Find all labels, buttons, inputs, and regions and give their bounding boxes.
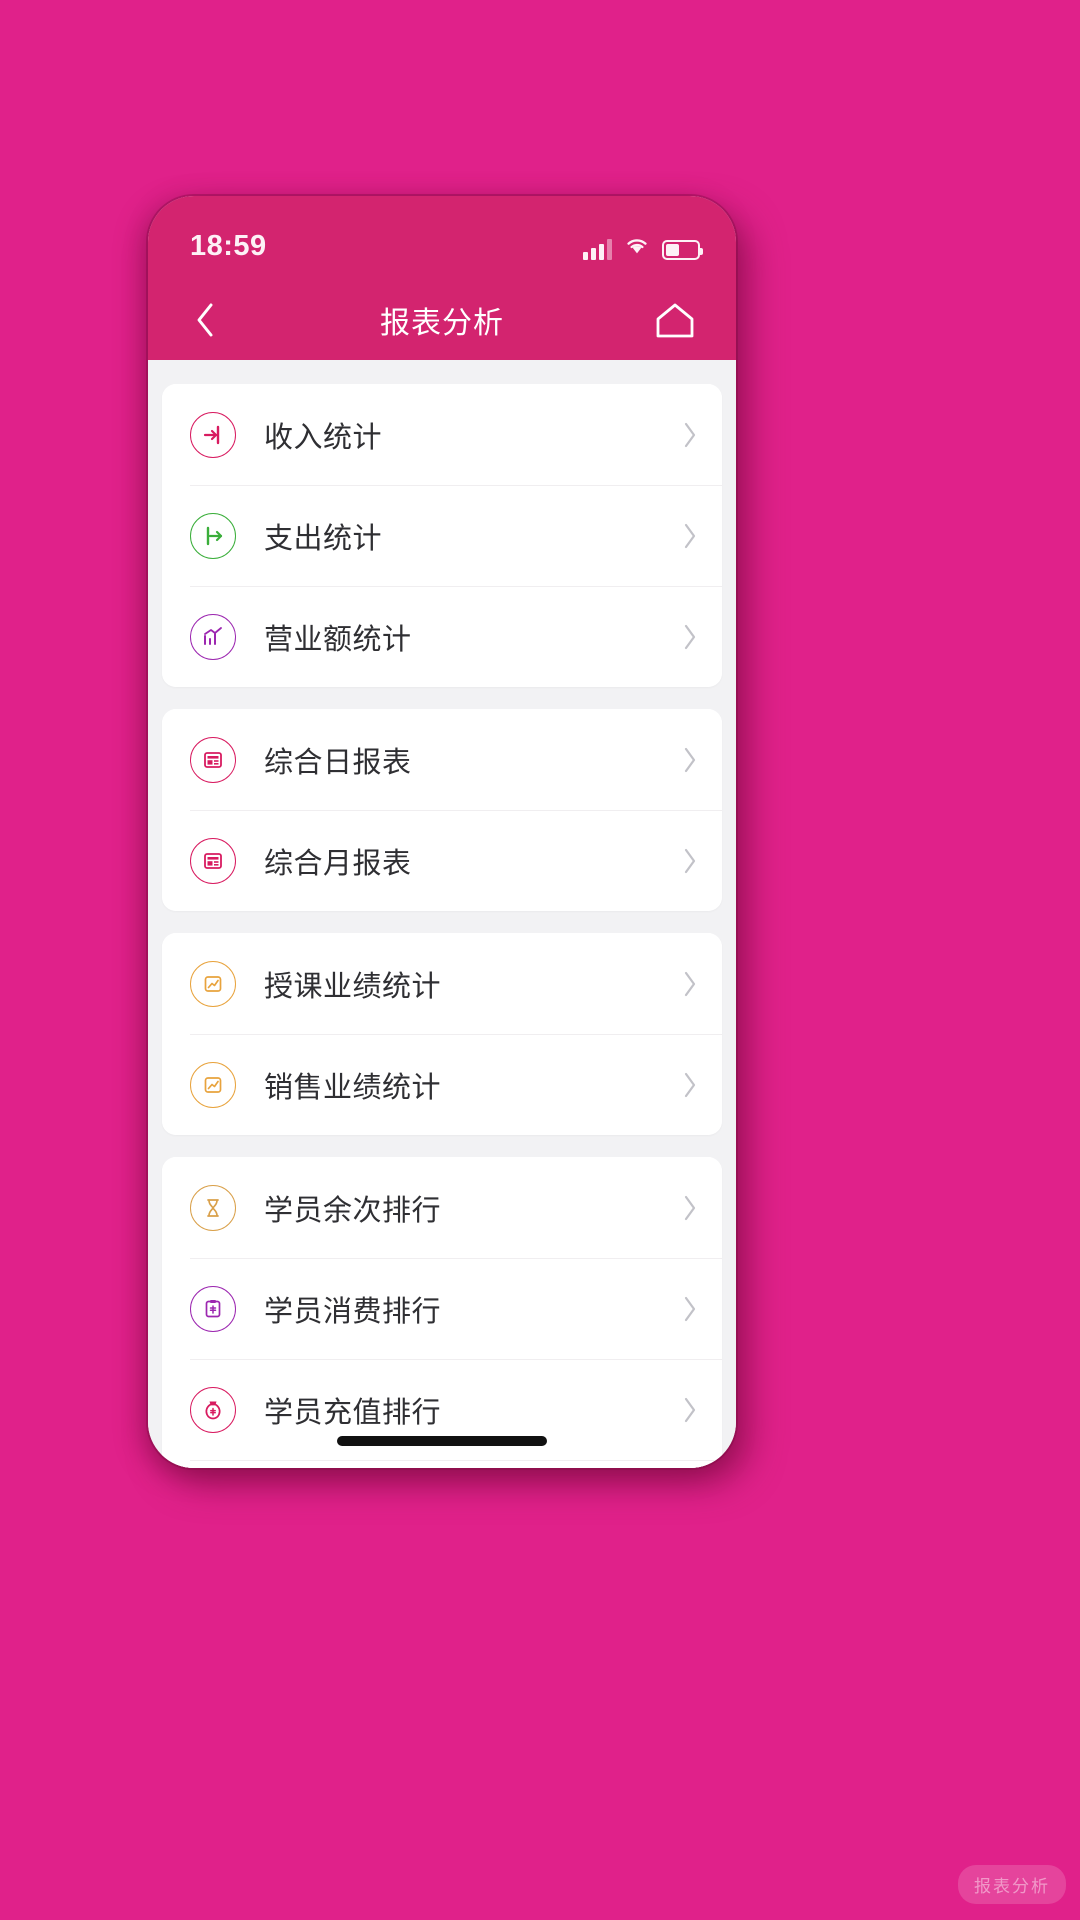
status-bar-icons: [583, 235, 703, 260]
status-bar: 18:59: [148, 196, 736, 280]
signal-bars-icon: [583, 238, 612, 260]
back-button[interactable]: [178, 293, 232, 347]
sales-performance-icon: [190, 1061, 236, 1108]
list-item-label: 综合月报表: [264, 847, 412, 880]
report-group-reports: 综合日报表 综合月报表: [162, 709, 722, 911]
list-item-label: 综合日报表: [264, 746, 412, 779]
battery-icon: [662, 239, 703, 260]
report-list-scroll[interactable]: 收入统计 支出统计 营业额统计 综合日报表 综合月报表 授课业绩统计 销售业绩统…: [148, 360, 736, 1468]
hourglass-icon: [190, 1184, 236, 1231]
chevron-right-icon: [682, 1194, 698, 1222]
watermark: 报表分析: [958, 1865, 1066, 1904]
list-item-teaching-performance[interactable]: 授课业绩统计: [162, 933, 722, 1034]
teaching-performance-icon: [190, 960, 236, 1007]
home-indicator[interactable]: [337, 1436, 547, 1446]
list-item-income-statistics[interactable]: 收入统计: [162, 384, 722, 485]
report-group-student-rankings: 学员余次排行 学员消费排行 学员充值排行: [162, 1157, 722, 1468]
list-item-student-remaining-sessions[interactable]: 学员余次排行: [162, 1157, 722, 1258]
chevron-right-icon: [682, 421, 698, 449]
list-item-label: 学员消费排行: [264, 1295, 442, 1328]
chevron-right-icon: [682, 1295, 698, 1323]
report-group-performance: 授课业绩统计 销售业绩统计: [162, 933, 722, 1135]
chevron-right-icon: [682, 1396, 698, 1424]
list-item-label: 销售业绩统计: [264, 1071, 442, 1104]
monthly-report-icon: [190, 837, 236, 884]
list-item-student-balance[interactable]: 学员余额排行: [162, 1460, 722, 1468]
nav-bar: 报表分析: [148, 280, 736, 360]
list-item-student-consumption[interactable]: 学员消费排行: [162, 1258, 722, 1359]
list-item-label: 学员余次排行: [264, 1194, 442, 1227]
list-item-expense-statistics[interactable]: 支出统计: [162, 485, 722, 586]
chevron-right-icon: [682, 623, 698, 651]
list-item-label: 收入统计: [264, 421, 383, 454]
chevron-right-icon: [682, 970, 698, 998]
money-bag-icon: [190, 1386, 236, 1433]
chevron-left-icon: [197, 303, 213, 337]
list-item-label: 学员充值排行: [264, 1396, 442, 1429]
chevron-right-icon: [682, 522, 698, 550]
home-icon: [656, 303, 694, 338]
daily-report-icon: [190, 736, 236, 783]
expense-arrow-out-icon: [190, 512, 236, 559]
phone-frame: 18:59 报表分析 收入统计 支出统计 营业额统计 综合日报表 综合月报表 授…: [148, 196, 736, 1468]
list-item-monthly-report[interactable]: 综合月报表: [162, 810, 722, 911]
clipboard-spend-icon: [190, 1285, 236, 1332]
chevron-right-icon: [682, 847, 698, 875]
wifi-icon: [624, 235, 650, 260]
report-group-statistics: 收入统计 支出统计 营业额统计: [162, 384, 722, 687]
income-arrow-in-icon: [190, 411, 236, 458]
list-item-label: 授课业绩统计: [264, 970, 442, 1003]
home-button[interactable]: [648, 293, 702, 347]
list-item-daily-report[interactable]: 综合日报表: [162, 709, 722, 810]
revenue-chart-icon: [190, 613, 236, 660]
chevron-right-icon: [682, 1071, 698, 1099]
chevron-right-icon: [682, 746, 698, 774]
list-item-label: 营业额统计: [264, 623, 412, 656]
list-item-revenue-statistics[interactable]: 营业额统计: [162, 586, 722, 687]
list-item-label: 支出统计: [264, 522, 383, 555]
status-bar-clock: 18:59: [190, 229, 267, 262]
list-item-sales-performance[interactable]: 销售业绩统计: [162, 1034, 722, 1135]
